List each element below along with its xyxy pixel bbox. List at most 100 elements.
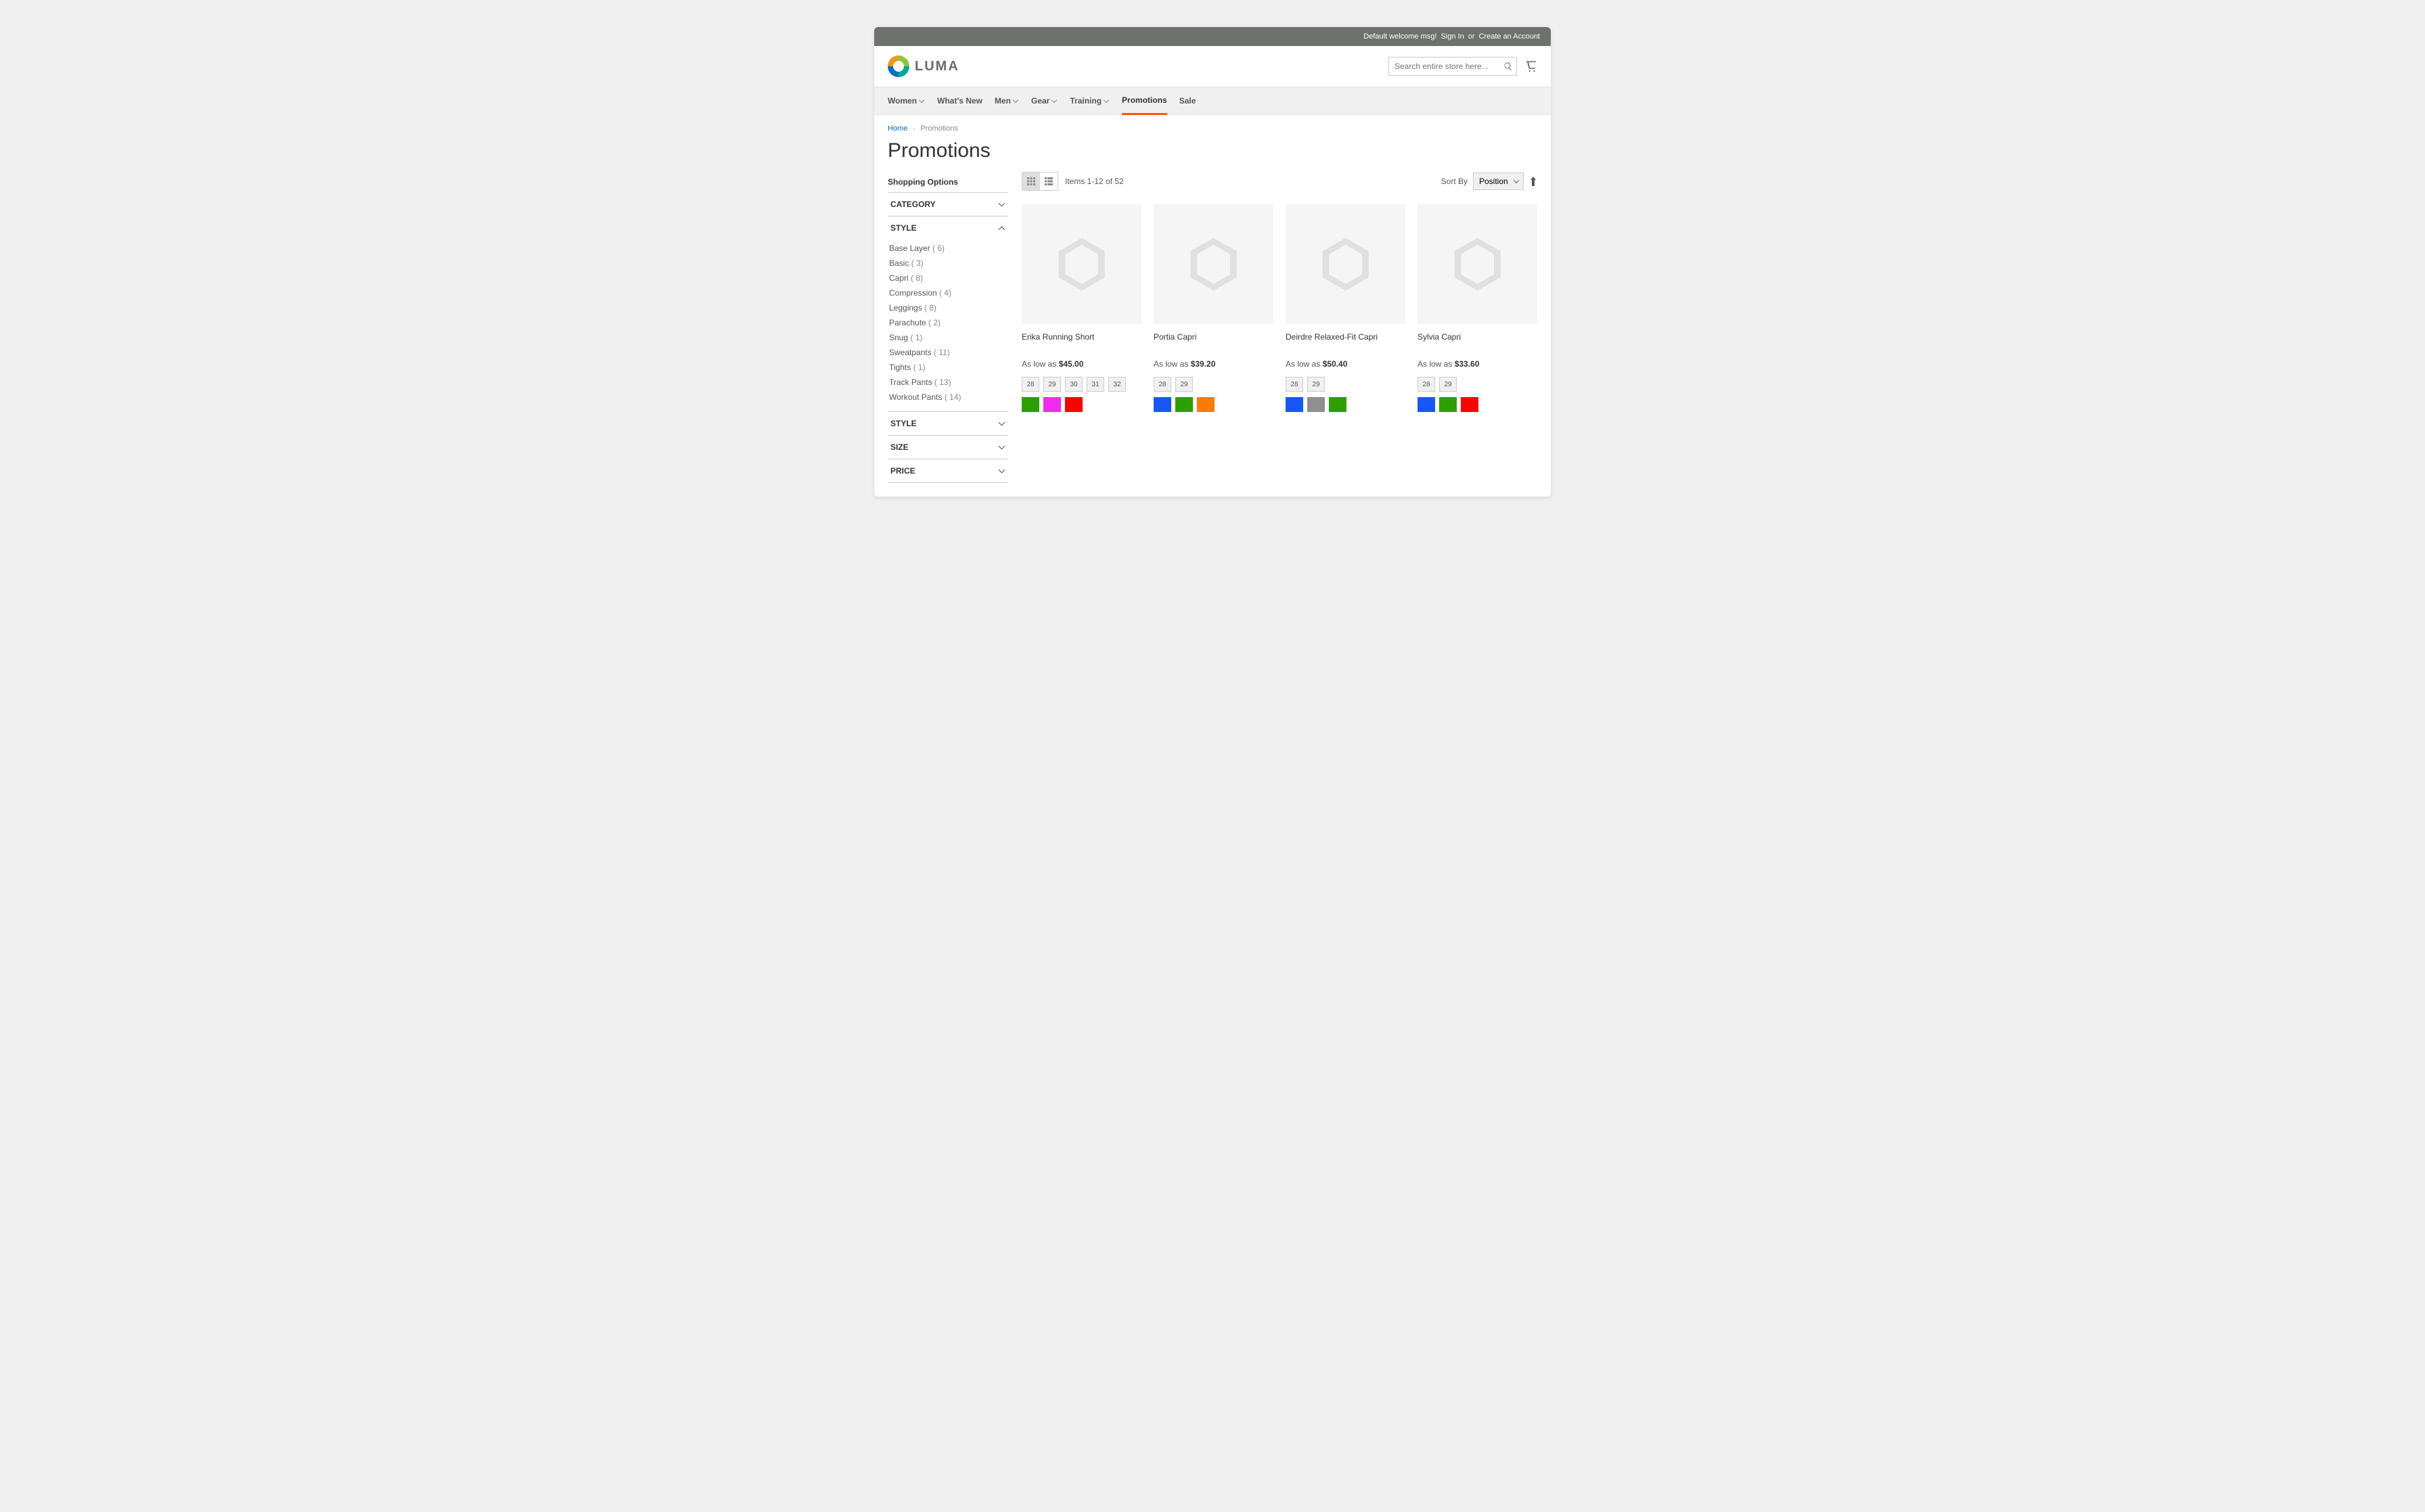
nav-item-gear[interactable]: Gear bbox=[1031, 87, 1058, 114]
filter-title-label: PRICE bbox=[890, 466, 915, 476]
filter-option[interactable]: Base Layer ( 6) bbox=[888, 241, 1008, 256]
placeholder-icon bbox=[1049, 231, 1114, 297]
filter-option[interactable]: Sweatpants ( 11) bbox=[888, 345, 1008, 360]
placeholder-icon bbox=[1445, 231, 1510, 297]
color-swatch[interactable] bbox=[1329, 397, 1346, 412]
filter-section-title[interactable]: CATEGORY bbox=[888, 193, 1008, 216]
color-swatch[interactable] bbox=[1022, 397, 1039, 412]
top-bar-separator: or bbox=[1468, 32, 1475, 41]
size-swatch[interactable]: 29 bbox=[1439, 377, 1457, 392]
product-image[interactable] bbox=[1154, 204, 1273, 324]
filter-section: STYLE bbox=[888, 412, 1008, 436]
filter-option[interactable]: Track Pants ( 13) bbox=[888, 375, 1008, 390]
product-image[interactable] bbox=[1418, 204, 1537, 324]
app-frame: Default welcome msg! Sign In or Create a… bbox=[874, 27, 1551, 497]
filter-option[interactable]: Capri ( 8) bbox=[888, 271, 1008, 285]
list-icon bbox=[1045, 177, 1053, 185]
size-swatch[interactable]: 28 bbox=[1286, 377, 1303, 392]
filter-option[interactable]: Compression ( 4) bbox=[888, 285, 1008, 300]
breadcrumb-home[interactable]: Home bbox=[888, 124, 907, 133]
toolbar: Items 1-12 of 52 Sort By Position bbox=[1022, 172, 1537, 191]
size-swatch[interactable]: 31 bbox=[1087, 377, 1104, 392]
search-icon bbox=[1503, 62, 1513, 71]
nav-item-what-s-new[interactable]: What's New bbox=[937, 87, 982, 114]
size-swatch[interactable]: 30 bbox=[1065, 377, 1083, 392]
chevron-down-icon bbox=[1052, 98, 1058, 104]
product-name[interactable]: Portia Capri bbox=[1154, 332, 1273, 352]
nav-item-promotions[interactable]: Promotions bbox=[1122, 87, 1167, 115]
color-swatch[interactable] bbox=[1286, 397, 1303, 412]
size-swatch[interactable]: 28 bbox=[1154, 377, 1171, 392]
color-swatch[interactable] bbox=[1154, 397, 1171, 412]
chevron-up-icon bbox=[999, 225, 1005, 231]
grid-view-button[interactable] bbox=[1022, 173, 1040, 190]
color-swatch[interactable] bbox=[1418, 397, 1435, 412]
nav-item-women[interactable]: Women bbox=[888, 87, 925, 114]
filter-option[interactable]: Parachute ( 2) bbox=[888, 315, 1008, 330]
filter-title-label: SIZE bbox=[890, 442, 909, 452]
size-swatch[interactable]: 28 bbox=[1418, 377, 1435, 392]
size-swatch[interactable]: 28 bbox=[1022, 377, 1039, 392]
product-image[interactable] bbox=[1286, 204, 1405, 324]
color-swatch[interactable] bbox=[1065, 397, 1083, 412]
list-view-button[interactable] bbox=[1040, 173, 1058, 190]
product-name[interactable]: Erika Running Short bbox=[1022, 332, 1141, 352]
chevron-down-icon bbox=[999, 467, 1005, 474]
color-swatches bbox=[1154, 397, 1273, 412]
sign-in-link[interactable]: Sign In bbox=[1441, 32, 1464, 41]
chevron-down-icon bbox=[999, 201, 1005, 208]
color-swatch[interactable] bbox=[1307, 397, 1325, 412]
filter-option[interactable]: Snug ( 1) bbox=[888, 330, 1008, 345]
filter-option[interactable]: Tights ( 1) bbox=[888, 360, 1008, 375]
item-count: Items 1-12 of 52 bbox=[1065, 177, 1124, 186]
search-input[interactable] bbox=[1388, 57, 1517, 76]
product-card: Deirdre Relaxed-Fit CapriAs low as $50.4… bbox=[1286, 204, 1405, 417]
placeholder-icon bbox=[1313, 231, 1378, 297]
chevron-down-icon bbox=[1104, 98, 1110, 104]
filter-option[interactable]: Basic ( 3) bbox=[888, 256, 1008, 271]
create-account-link[interactable]: Create an Account bbox=[1478, 32, 1540, 41]
filter-section-title[interactable]: STYLE bbox=[888, 412, 1008, 435]
product-image[interactable] bbox=[1022, 204, 1141, 324]
color-swatches bbox=[1418, 397, 1537, 412]
size-swatches: 28 29 30 31 32 bbox=[1022, 377, 1141, 392]
filter-section-title[interactable]: STYLE bbox=[888, 216, 1008, 239]
top-bar: Default welcome msg! Sign In or Create a… bbox=[874, 27, 1551, 46]
nav-item-men[interactable]: Men bbox=[995, 87, 1019, 114]
cart-icon[interactable] bbox=[1525, 60, 1537, 72]
nav-item-label: Sale bbox=[1179, 96, 1196, 106]
placeholder-icon bbox=[1181, 231, 1246, 297]
chevron-down-icon bbox=[999, 444, 1005, 451]
color-swatch[interactable] bbox=[1175, 397, 1193, 412]
site-logo[interactable]: LUMA bbox=[888, 55, 959, 77]
color-swatch[interactable] bbox=[1439, 397, 1457, 412]
filter-option[interactable]: Leggings ( 8) bbox=[888, 300, 1008, 315]
color-swatch[interactable] bbox=[1043, 397, 1061, 412]
sort-label: Sort By bbox=[1441, 177, 1468, 186]
product-card: Erika Running ShortAs low as $45.0028293… bbox=[1022, 204, 1141, 417]
sort-direction-icon[interactable] bbox=[1529, 177, 1537, 186]
header-actions bbox=[1388, 57, 1537, 76]
nav-item-label: What's New bbox=[937, 96, 982, 106]
filter-section: PRICE bbox=[888, 459, 1008, 483]
size-swatches: 28 29 bbox=[1418, 377, 1537, 392]
size-swatch[interactable]: 29 bbox=[1307, 377, 1325, 392]
sort-select[interactable]: Position bbox=[1473, 173, 1524, 190]
size-swatch[interactable]: 29 bbox=[1175, 377, 1193, 392]
view-mode-switcher bbox=[1022, 172, 1058, 191]
product-name[interactable]: Deirdre Relaxed-Fit Capri bbox=[1286, 332, 1405, 352]
nav-item-training[interactable]: Training bbox=[1070, 87, 1110, 114]
nav-item-sale[interactable]: Sale bbox=[1179, 87, 1196, 114]
filter-section-title[interactable]: PRICE bbox=[888, 459, 1008, 482]
product-name[interactable]: Sylvia Capri bbox=[1418, 332, 1537, 352]
filter-section-title[interactable]: SIZE bbox=[888, 436, 1008, 459]
search-box bbox=[1388, 57, 1517, 76]
product-card: Sylvia CapriAs low as $33.602829 bbox=[1418, 204, 1537, 417]
size-swatch[interactable]: 32 bbox=[1108, 377, 1126, 392]
size-swatches: 28 29 bbox=[1286, 377, 1405, 392]
color-swatch[interactable] bbox=[1197, 397, 1215, 412]
size-swatch[interactable]: 29 bbox=[1043, 377, 1061, 392]
color-swatch[interactable] bbox=[1461, 397, 1478, 412]
filter-option[interactable]: Workout Pants ( 14) bbox=[888, 390, 1008, 405]
product-listing: Items 1-12 of 52 Sort By Position Erika … bbox=[1022, 172, 1537, 483]
